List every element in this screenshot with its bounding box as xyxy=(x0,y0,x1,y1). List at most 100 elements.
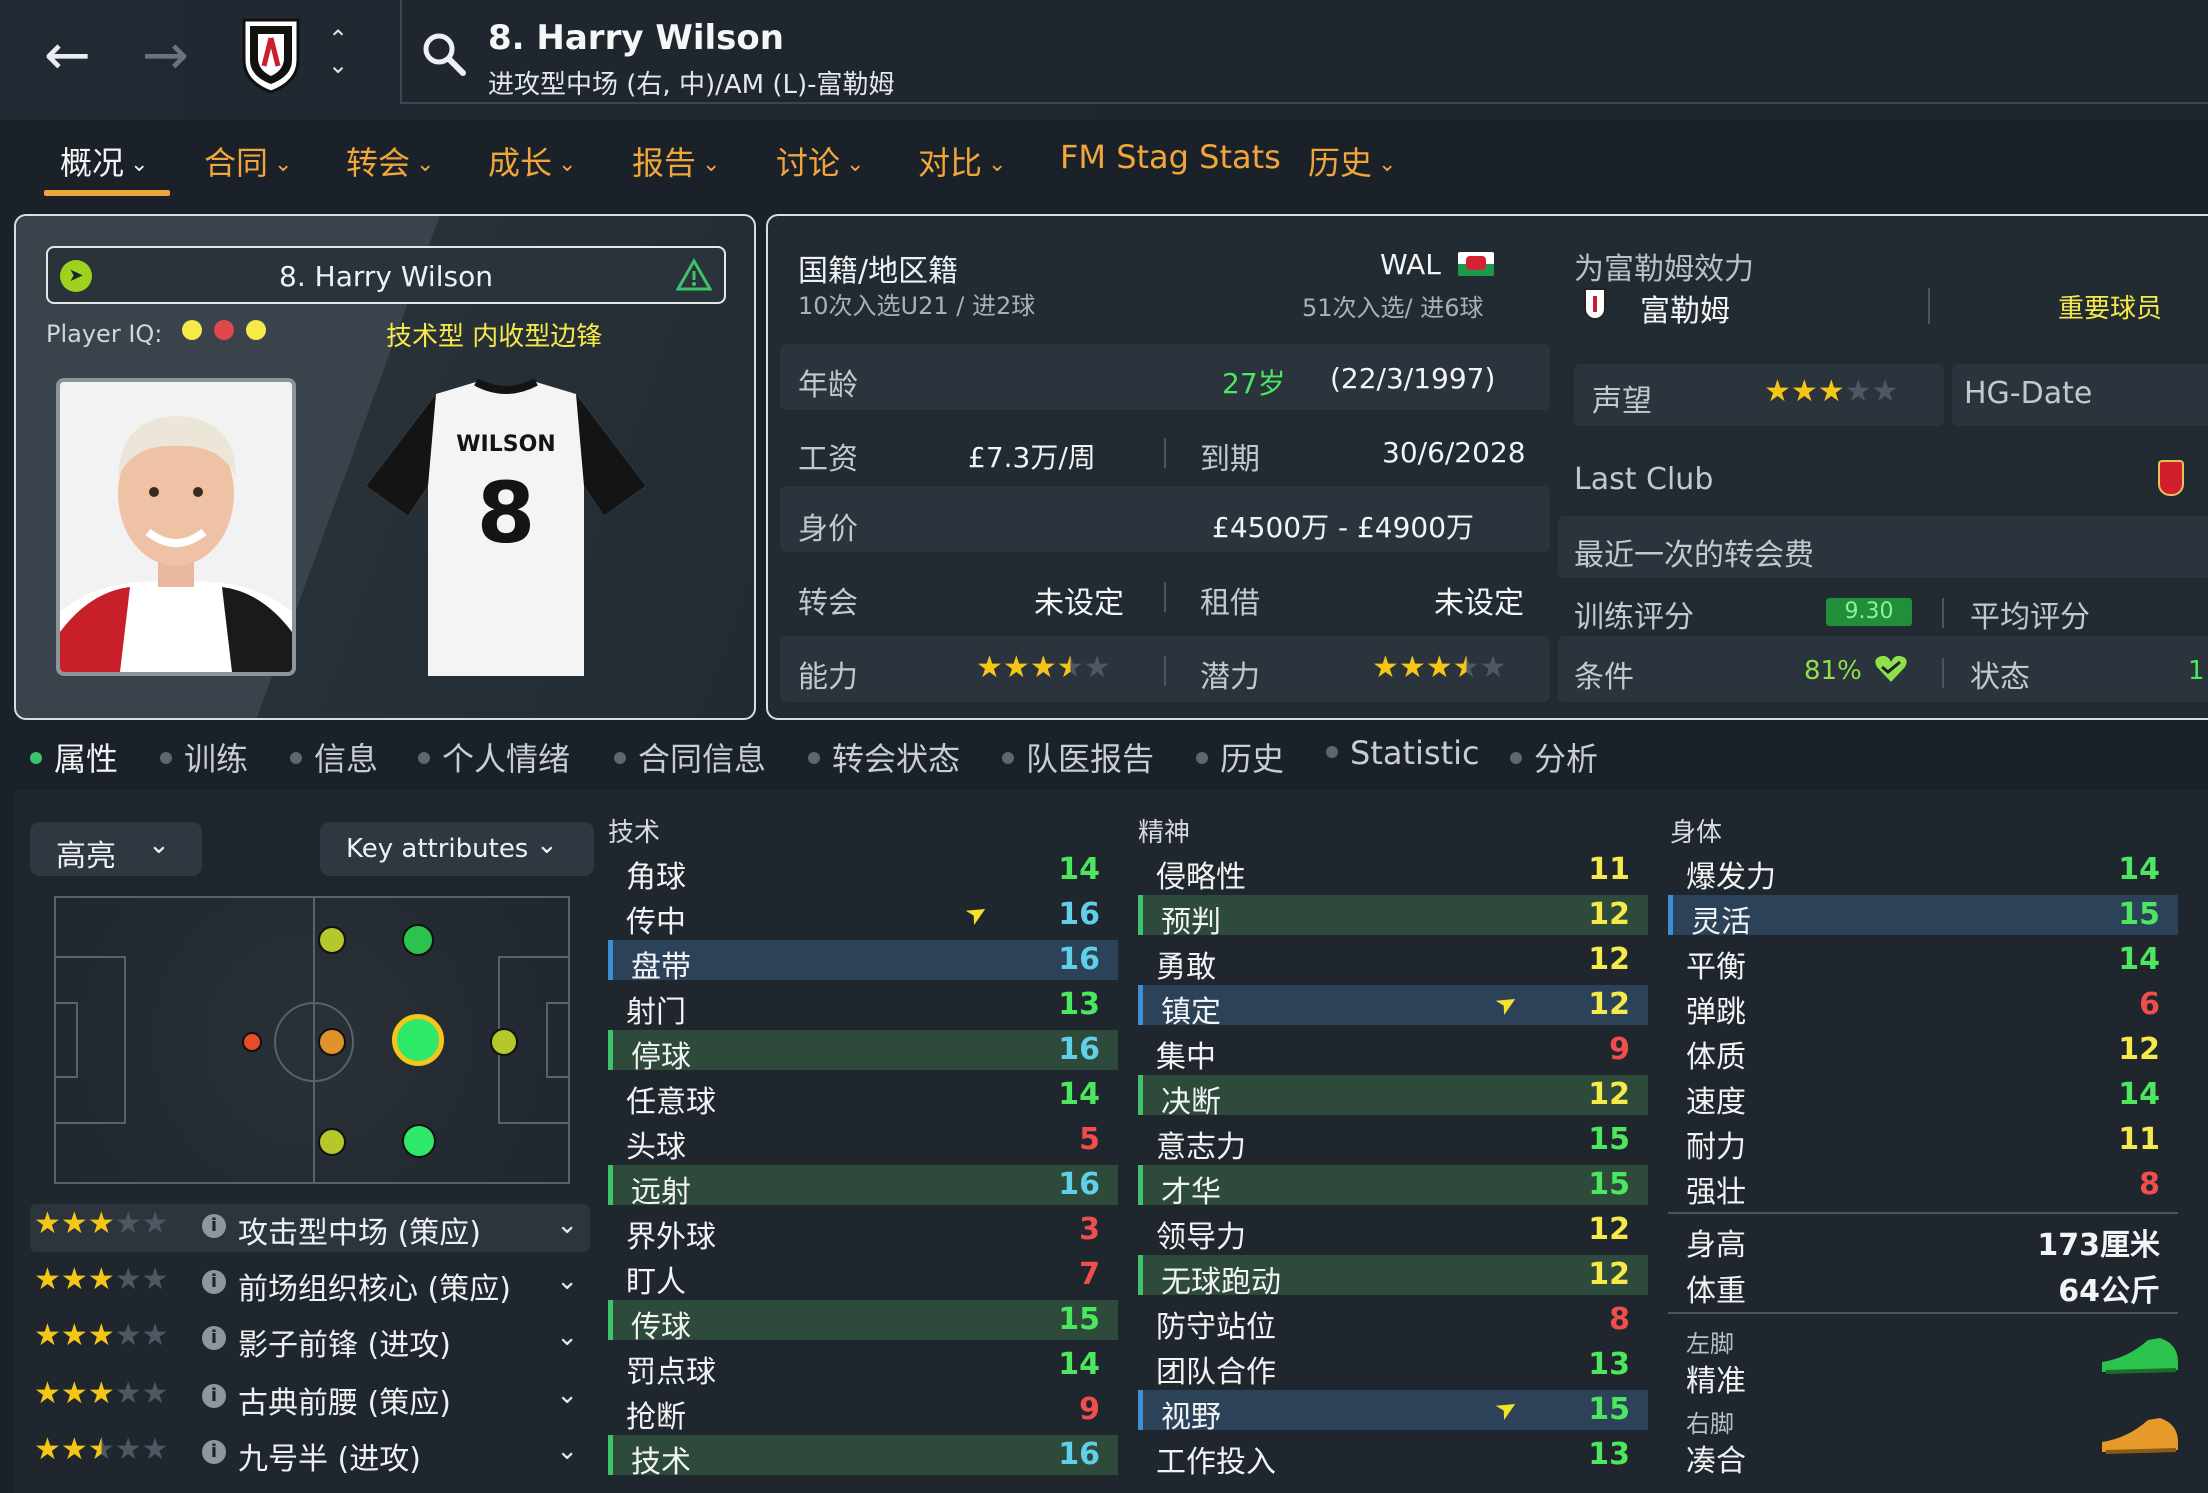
attribute-row: 意志力 15 xyxy=(1138,1120,1648,1165)
attribute-value: 3 xyxy=(1079,1212,1100,1247)
search-icon[interactable] xyxy=(420,30,468,82)
position-dot-mr xyxy=(318,1128,346,1156)
menu-history[interactable]: 历史 ⌄ xyxy=(1308,138,1396,184)
club-crest-icon[interactable] xyxy=(240,16,302,94)
subtab-info[interactable]: 信息 xyxy=(290,734,378,780)
chevron-down-icon[interactable]: ⌄ xyxy=(556,1380,578,1410)
subtab-analysis-label: 分析 xyxy=(1534,740,1599,778)
menu-overview[interactable]: 概况 ⌄ xyxy=(60,138,148,184)
attribute-name: 决断 xyxy=(1161,1085,1221,1120)
attribute-row: 预判 12 xyxy=(1138,895,1648,940)
subtab-analysis[interactable]: 分析 xyxy=(1510,734,1598,780)
dot-icon xyxy=(160,752,172,764)
attribute-row: 角球 14 xyxy=(608,850,1118,895)
wage-label: 工资 xyxy=(798,442,858,477)
attribute-value: 6 xyxy=(2139,987,2160,1022)
attribute-name: 无球跑动 xyxy=(1161,1265,1281,1300)
potential-label: 潜力 xyxy=(1200,660,1260,695)
subtab-personal[interactable]: 个人情绪 xyxy=(418,734,570,780)
attribute-row: 体质 12 xyxy=(1668,1030,2178,1075)
attribute-value: 16 xyxy=(1058,1032,1100,1067)
menu-transfer[interactable]: 转会 ⌄ xyxy=(346,138,434,184)
chevron-down-icon[interactable]: ⌄ xyxy=(556,1266,578,1296)
club-switch-icon[interactable]: ⌃ ⌄ xyxy=(328,26,348,78)
attribute-row: 团队合作 13 xyxy=(1138,1345,1648,1390)
role-row[interactable]: ★★★★★ i 古典前腰 (策应) ⌄ xyxy=(30,1374,590,1422)
expiry-value: 30/6/2028 xyxy=(1382,436,1526,469)
attribute-value: 14 xyxy=(2118,942,2160,977)
search-bar[interactable]: 8. Harry Wilson 进攻型中场 (右, 中)/AM (L)-富勒姆 xyxy=(400,0,2208,104)
info-icon[interactable]: i xyxy=(202,1440,226,1464)
attribute-name: 界外球 xyxy=(626,1220,716,1255)
attribute-name: 角球 xyxy=(626,860,686,895)
attribute-name: 团队合作 xyxy=(1156,1355,1276,1390)
chevron-down-icon: ⌄ xyxy=(148,830,170,860)
info-icon[interactable]: i xyxy=(202,1270,226,1294)
attribute-name: 灵活 xyxy=(1691,905,1751,940)
key-attributes-dropdown[interactable]: Key attributes ⌄ xyxy=(320,822,594,876)
attribute-value: 12 xyxy=(1588,1257,1630,1292)
attribute-row: 停球 16 xyxy=(608,1030,1118,1075)
info-icon[interactable]: i xyxy=(202,1384,226,1408)
subtab-training[interactable]: 训练 xyxy=(160,734,248,780)
info-icon[interactable]: i xyxy=(202,1326,226,1350)
menu-transfer-label: 转会 xyxy=(346,144,411,182)
last-club-label: Last Club xyxy=(1574,462,1714,497)
menu-contract[interactable]: 合同 ⌄ xyxy=(204,138,292,184)
physique-divider xyxy=(1668,1212,2178,1214)
role-label: 九号半 (进攻) xyxy=(238,1442,421,1477)
attribute-value: 12 xyxy=(1588,987,1630,1022)
attribute-value: 16 xyxy=(1058,897,1100,932)
condition-value: 81% xyxy=(1804,656,1862,686)
attribute-name: 射门 xyxy=(626,995,686,1030)
attribute-row: 界外球 3 xyxy=(608,1210,1118,1255)
role-row[interactable]: ★★★★★ i 攻击型中场 (策应) ⌄ xyxy=(30,1204,590,1252)
left-foot-value: 精准 xyxy=(1686,1364,1746,1399)
chevron-down-icon: ⌄ xyxy=(988,152,1007,177)
attribute-value: 14 xyxy=(1058,1077,1100,1112)
menu-compare[interactable]: 对比 ⌄ xyxy=(918,138,1006,184)
attribute-row: 平衡 14 xyxy=(1668,940,2178,985)
attribute-value: 12 xyxy=(1588,897,1630,932)
attribute-row: 防守站位 8 xyxy=(1138,1300,1648,1345)
left-boot-icon xyxy=(2098,1332,2182,1384)
chevron-down-icon[interactable]: ⌄ xyxy=(556,1210,578,1240)
role-row[interactable]: ★★★★★ i 九号半 (进攻) ⌄ xyxy=(30,1430,590,1478)
attribute-value: 12 xyxy=(1588,1077,1630,1112)
back-arrow-icon[interactable]: ← xyxy=(44,28,91,84)
dot-icon xyxy=(1196,752,1208,764)
attribute-name: 意志力 xyxy=(1156,1130,1246,1165)
chevron-down-icon: ⌄ xyxy=(536,830,558,860)
menu-discuss[interactable]: 讨论 ⌄ xyxy=(776,138,864,184)
info-icon[interactable]: i xyxy=(202,1214,226,1238)
attribute-value: 9 xyxy=(1609,1032,1630,1067)
subtab-attributes[interactable]: 属性 xyxy=(30,734,118,780)
warning-icon[interactable] xyxy=(675,257,713,296)
forward-arrow-icon[interactable]: → xyxy=(142,28,189,84)
attribute-value: 12 xyxy=(1588,942,1630,977)
chevron-down-icon[interactable]: ⌄ xyxy=(556,1322,578,1352)
role-row[interactable]: ★★★★★ i 前场组织核心 (策应) ⌄ xyxy=(30,1260,590,1308)
chevron-down-icon[interactable]: ⌄ xyxy=(556,1436,578,1466)
attribute-value: 15 xyxy=(2118,897,2160,932)
highlight-dropdown[interactable]: 高亮 ⌄ xyxy=(30,822,202,876)
attribute-row: 工作投入 13 xyxy=(1138,1435,1648,1480)
subtab-statistic[interactable]: Statistic xyxy=(1326,734,1480,772)
attribute-name: 传球 xyxy=(631,1310,691,1345)
subtab-medical[interactable]: 队医报告 xyxy=(1002,734,1154,780)
form-label: 状态 xyxy=(1970,660,2030,695)
role-row[interactable]: ★★★★★ i 影子前锋 (进攻) ⌄ xyxy=(30,1316,590,1364)
attribute-row: 爆发力 14 xyxy=(1668,850,2178,895)
attribute-name: 远射 xyxy=(631,1175,691,1210)
role-stars: ★★★★★ xyxy=(34,1262,169,1297)
club-name[interactable]: 富勒姆 xyxy=(1640,286,1730,330)
attribute-row: 抢断 9 xyxy=(608,1390,1118,1435)
menu-reports-label: 报告 xyxy=(632,144,697,182)
subtab-transfer-status[interactable]: 转会状态 xyxy=(808,734,960,780)
role-label: 攻击型中场 (策应) xyxy=(238,1216,481,1251)
menu-development[interactable]: 成长 ⌄ xyxy=(488,138,576,184)
menu-reports[interactable]: 报告 ⌄ xyxy=(632,138,720,184)
menu-fm-stag-stats[interactable]: FM Stag Stats xyxy=(1060,138,1281,176)
subtab-history[interactable]: 历史 xyxy=(1196,734,1284,780)
subtab-contract-info[interactable]: 合同信息 xyxy=(614,734,766,780)
